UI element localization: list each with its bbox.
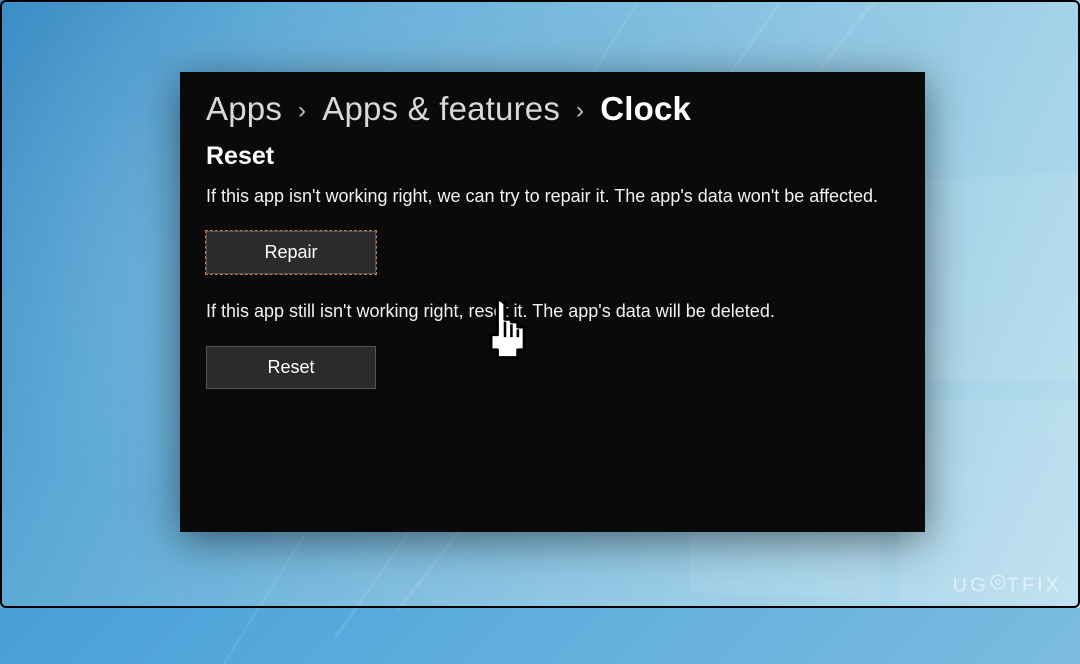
breadcrumb: Apps › Apps & features › Clock [206, 90, 899, 128]
breadcrumb-apps-features[interactable]: Apps & features [322, 90, 560, 128]
breadcrumb-apps[interactable]: Apps [206, 90, 282, 128]
reset-button[interactable]: Reset [206, 346, 376, 389]
reset-description: If this app still isn't working right, r… [206, 298, 886, 324]
section-title-reset: Reset [206, 142, 899, 171]
gear-icon [989, 573, 1007, 597]
repair-button[interactable]: Repair [206, 231, 376, 274]
watermark-ugetfix: UGTFIX [953, 574, 1062, 598]
chevron-right-icon: › [298, 97, 306, 125]
breadcrumb-current: Clock [600, 90, 691, 128]
chevron-right-icon: › [576, 97, 584, 125]
settings-panel: Apps › Apps & features › Clock Reset If … [180, 72, 925, 532]
repair-description: If this app isn't working right, we can … [206, 183, 886, 209]
